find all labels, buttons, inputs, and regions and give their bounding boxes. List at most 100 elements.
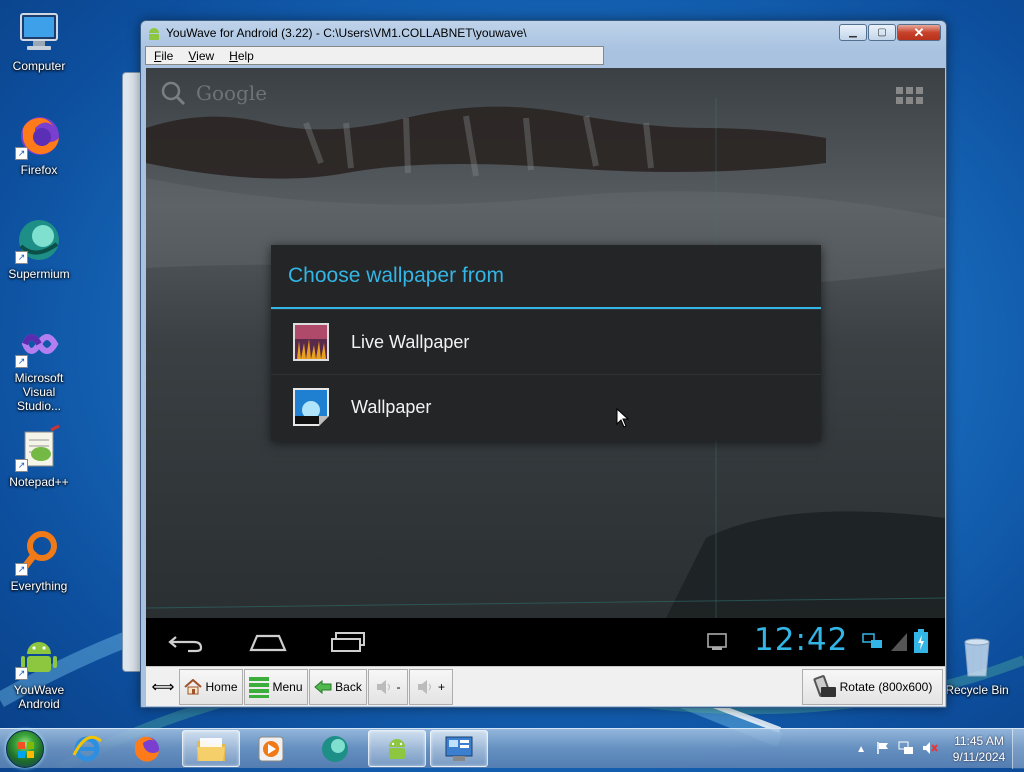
dialog-title: Choose wallpaper from xyxy=(271,245,821,309)
windows-logo-icon xyxy=(18,742,34,758)
desktop-icon-label: Supermium xyxy=(8,267,70,281)
close-button[interactable]: ✕ xyxy=(897,24,941,41)
nav-home-button[interactable] xyxy=(246,618,290,666)
taskbar-control-panel[interactable] xyxy=(430,730,488,767)
maximize-button[interactable]: ▢ xyxy=(868,24,896,41)
menu-bar: File View Help xyxy=(145,46,604,65)
android-icon xyxy=(146,25,162,41)
taskbar-date: 9/11/2024 xyxy=(952,750,1006,764)
maximize-icon: ▢ xyxy=(877,27,887,38)
desktop-icon-label: Recycle Bin xyxy=(945,683,1009,697)
notepadpp-icon: ↗ xyxy=(15,424,63,472)
desktop-icon-label: Notepad++ xyxy=(9,475,69,489)
network-tray-icon[interactable] xyxy=(898,741,914,758)
green-back-arrow-icon xyxy=(314,680,332,694)
desktop-icon-firefox[interactable]: ↗ Firefox xyxy=(2,112,76,177)
visual-studio-icon: ↗ xyxy=(15,320,63,368)
system-tray: ▲ 11:45 AM 9/11/2024 xyxy=(856,729,1024,769)
desktop-icon-everything[interactable]: ↗ Everything xyxy=(2,528,76,593)
back-button[interactable]: Back xyxy=(309,669,367,705)
mouse-cursor-icon xyxy=(616,408,630,428)
android-clock: 12:42 xyxy=(754,622,849,658)
recycle-bin-icon xyxy=(953,632,1001,680)
show-desktop-button[interactable] xyxy=(1012,729,1024,769)
taskbar-clock[interactable]: 11:45 AM 9/11/2024 xyxy=(946,733,1012,765)
resize-toggle-button[interactable]: ⟺ xyxy=(148,669,178,705)
desktop-icon-label: Firefox xyxy=(20,163,58,177)
shortcut-arrow-icon: ↗ xyxy=(15,147,28,160)
windows-taskbar: ▲ 11:45 AM 9/11/2024 xyxy=(0,728,1024,769)
signal-icon xyxy=(891,633,907,651)
shortcut-arrow-icon: ↗ xyxy=(15,563,28,576)
all-apps-grid-icon[interactable] xyxy=(896,87,923,105)
desktop-icon-youwave[interactable]: ↗ YouWave Android xyxy=(2,632,76,711)
window-titlebar[interactable]: YouWave for Android (3.22) - C:\Users\VM… xyxy=(141,21,946,45)
menu-file[interactable]: File xyxy=(146,49,180,63)
choose-wallpaper-dialog: Choose wallpaper from Live Wallpaper Wal… xyxy=(271,245,821,441)
live-wallpaper-icon xyxy=(293,323,329,361)
android-navigation-bar: 12:42 xyxy=(146,618,945,666)
rotate-button[interactable]: Rotate (800x600) xyxy=(802,669,943,705)
shortcut-arrow-icon: ↗ xyxy=(15,667,28,680)
taskbar-internet-explorer[interactable] xyxy=(58,730,116,767)
rotate-device-icon xyxy=(813,675,837,699)
close-icon: ✕ xyxy=(913,24,925,40)
taskbar-media-player[interactable] xyxy=(242,730,300,767)
action-center-flag-icon[interactable] xyxy=(876,741,890,758)
recent-apps-icon xyxy=(331,632,365,652)
battery-charging-icon xyxy=(914,629,928,653)
media-player-icon xyxy=(258,736,284,761)
taskbar-supermium[interactable] xyxy=(306,730,364,767)
start-button[interactable] xyxy=(6,730,44,768)
show-hidden-icons-button[interactable]: ▲ xyxy=(856,744,866,755)
firefox-icon: ↗ xyxy=(15,112,63,160)
dialog-option-live-wallpaper[interactable]: Live Wallpaper xyxy=(271,309,821,374)
minimize-button[interactable]: ▁ xyxy=(839,24,867,41)
folder-icon xyxy=(197,737,225,761)
android-screen[interactable]: Google Choose wallpaper from Live Wallpa… xyxy=(146,68,945,618)
control-panel-icon xyxy=(445,736,473,761)
desktop-icon-computer[interactable]: Computer xyxy=(2,8,76,73)
supermium-icon: ↗ xyxy=(15,216,63,264)
volume-down-button[interactable]: - xyxy=(368,669,408,705)
computer-icon xyxy=(15,8,63,56)
youwave-toolbar: ⟺ Home Menu Back - + Rotate (800x600) xyxy=(146,666,945,706)
option-label: Live Wallpaper xyxy=(351,331,470,352)
everything-icon: ↗ xyxy=(15,528,63,576)
search-icon xyxy=(161,81,186,106)
horizontal-resize-icon: ⟺ xyxy=(151,679,175,696)
home-icon xyxy=(249,634,287,652)
menu-view[interactable]: View xyxy=(180,49,221,63)
android-icon: ↗ xyxy=(15,632,63,680)
google-search-hint: Google xyxy=(196,81,268,105)
youwave-window[interactable]: YouWave for Android (3.22) - C:\Users\VM… xyxy=(140,20,947,708)
google-search-bar[interactable]: Google xyxy=(160,80,267,106)
menu-button[interactable]: Menu xyxy=(244,669,308,705)
volume-muted-icon[interactable] xyxy=(922,741,938,758)
speaker-icon xyxy=(417,679,435,695)
dialog-option-wallpaper[interactable]: Wallpaper xyxy=(271,374,821,439)
shortcut-arrow-icon: ↗ xyxy=(15,355,28,368)
android-icon xyxy=(389,738,405,759)
window-title: YouWave for Android (3.22) - C:\Users\VM… xyxy=(166,26,527,40)
shortcut-arrow-icon: ↗ xyxy=(15,459,28,472)
menu-lines-icon xyxy=(249,676,270,698)
nav-recent-apps-button[interactable] xyxy=(326,618,370,666)
taskbar-file-explorer[interactable] xyxy=(182,730,240,767)
menu-help[interactable]: Help xyxy=(221,49,261,63)
wallpaper-icon xyxy=(293,388,329,426)
taskbar-firefox[interactable] xyxy=(118,730,176,767)
back-arrow-icon xyxy=(168,636,203,653)
internet-explorer-icon xyxy=(72,735,102,761)
home-button[interactable]: Home xyxy=(179,669,243,705)
house-icon xyxy=(184,679,203,695)
desktop-icon-label: Everything xyxy=(10,579,68,593)
taskbar-youwave[interactable] xyxy=(368,730,426,767)
notification-screenshot-icon[interactable] xyxy=(707,633,727,651)
desktop-icon-visual-studio[interactable]: ↗ Microsoft Visual Studio... xyxy=(2,320,76,413)
desktop-icon-recycle-bin[interactable]: Recycle Bin xyxy=(940,632,1014,697)
volume-up-button[interactable]: + xyxy=(409,669,453,705)
desktop-icon-notepadpp[interactable]: ↗ Notepad++ xyxy=(2,424,76,489)
desktop-icon-supermium[interactable]: ↗ Supermium xyxy=(2,216,76,281)
nav-back-button[interactable] xyxy=(164,618,208,666)
